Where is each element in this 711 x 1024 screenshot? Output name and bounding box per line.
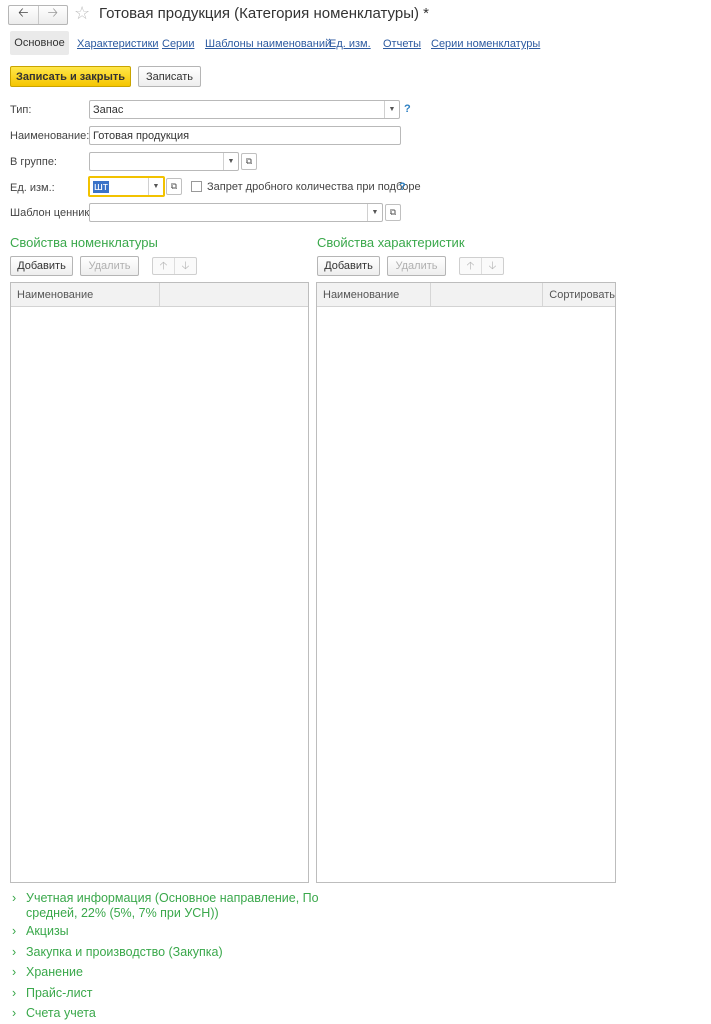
price-template-field[interactable]: ▼ [89, 203, 383, 222]
accounting-line2: средней, 22% (5%, 7% при УСН)) [26, 906, 219, 920]
open-icon[interactable]: ⧉ [241, 153, 257, 170]
type-value: Запас [93, 103, 124, 116]
group-storage[interactable]: › Хранение [12, 965, 83, 980]
group-storage-label: Хранение [26, 965, 83, 979]
save-button[interactable]: Записать [138, 66, 201, 87]
group-accounting-info[interactable]: › Учетная информация (Основное направлен… [12, 891, 319, 921]
accounting-line1: Учетная информация (Основное направление… [26, 891, 319, 905]
name-value: Готовая продукция [93, 129, 190, 142]
tab-nomenclature-series[interactable]: Серии номенклатуры [431, 38, 540, 50]
type-help-icon[interactable]: ? [404, 103, 411, 115]
navigation-buttons: 🡠 🡢 [8, 5, 68, 25]
group-purchase[interactable]: › Закупка и производство (Закупка) [12, 945, 223, 960]
chevron-right-icon: › [12, 986, 17, 1000]
move-down-icon[interactable]: 🡣 [481, 258, 503, 274]
name-input[interactable]: Готовая продукция [89, 126, 401, 145]
delete-nomenclature-prop-button[interactable]: Удалить [80, 256, 139, 276]
chevron-right-icon: › [12, 924, 17, 938]
unit-help-icon[interactable]: ? [399, 181, 406, 193]
unit-field[interactable]: шт ▼ [88, 176, 165, 197]
table-header: Наименование Сортировать [317, 283, 615, 307]
save-and-close-button[interactable]: Записать и закрыть [10, 66, 131, 87]
open-icon[interactable]: ⧉ [166, 178, 182, 195]
move-up-icon[interactable]: 🡡 [153, 258, 174, 274]
add-nomenclature-prop-button[interactable]: Добавить [10, 256, 73, 276]
chevron-right-icon: › [12, 1006, 17, 1020]
open-icon[interactable]: ⧉ [385, 204, 401, 221]
back-button[interactable]: 🡠 [9, 5, 38, 24]
tab-name-templates[interactable]: Шаблоны наименований [205, 38, 331, 50]
chevron-right-icon: › [12, 945, 17, 959]
group-accounts[interactable]: › Счета учета [12, 1006, 96, 1021]
group-price-list-label: Прайс-лист [26, 986, 93, 1000]
group-price-list[interactable]: › Прайс-лист [12, 986, 93, 1001]
chevron-right-icon: › [12, 965, 17, 979]
nomenclature-move-buttons: 🡡 🡣 [152, 257, 197, 275]
group-field[interactable]: ▼ [89, 152, 239, 171]
move-down-icon[interactable]: 🡣 [174, 258, 196, 274]
fraction-ban-checkbox[interactable] [191, 181, 202, 192]
type-field[interactable]: Запас ▼ [89, 100, 400, 119]
chevron-right-icon: › [12, 891, 17, 905]
arrow-right-icon: 🡢 [47, 5, 59, 20]
add-characteristic-prop-button[interactable]: Добавить [317, 256, 380, 276]
tab-main[interactable]: Основное [10, 31, 69, 55]
nomenclature-props-title: Свойства номенклатуры [10, 235, 158, 250]
tab-characteristics[interactable]: Характеристики [77, 38, 159, 50]
column-name[interactable]: Наименование [11, 283, 160, 306]
unit-label: Ед. изм.: [10, 182, 55, 194]
column-extra[interactable] [160, 283, 308, 306]
dropdown-icon[interactable]: ▼ [384, 101, 399, 118]
column-name[interactable]: Наименование [317, 283, 431, 306]
dropdown-icon[interactable]: ▼ [367, 204, 382, 221]
characteristic-move-buttons: 🡡 🡣 [459, 257, 504, 275]
favorite-star-icon[interactable]: ☆ [74, 3, 90, 23]
group-accounts-label: Счета учета [26, 1006, 96, 1020]
characteristic-props-table[interactable]: Наименование Сортировать [316, 282, 616, 883]
nomenclature-props-table[interactable]: Наименование [10, 282, 309, 883]
name-label: Наименование: [10, 130, 90, 142]
table-header: Наименование [11, 283, 308, 307]
move-up-icon[interactable]: 🡡 [460, 258, 481, 274]
price-template-label: Шаблон ценника: [10, 207, 99, 219]
arrow-left-icon: 🡠 [17, 5, 29, 20]
tab-series[interactable]: Серии [162, 38, 194, 50]
window-title: Готовая продукция (Категория номенклатур… [99, 5, 429, 22]
fraction-ban-label[interactable]: Запрет дробного количества при подборе [207, 181, 421, 193]
characteristic-props-title: Свойства характеристик [317, 235, 465, 250]
forward-button[interactable]: 🡢 [37, 5, 68, 24]
group-purchase-label: Закупка и производство (Закупка) [26, 945, 223, 959]
delete-characteristic-prop-button[interactable]: Удалить [387, 256, 446, 276]
column-extra[interactable] [431, 283, 544, 306]
group-label: В группе: [10, 156, 57, 168]
unit-value: шт [93, 180, 109, 193]
dropdown-icon[interactable]: ▼ [223, 153, 238, 170]
group-excise[interactable]: › Акцизы [12, 924, 69, 939]
tab-reports[interactable]: Отчеты [383, 38, 421, 50]
column-sort[interactable]: Сортировать [543, 283, 615, 306]
type-label: Тип: [10, 104, 32, 116]
dropdown-icon[interactable]: ▼ [148, 178, 163, 195]
group-excise-label: Акцизы [26, 924, 69, 938]
tab-units[interactable]: Ед. изм. [329, 38, 371, 50]
